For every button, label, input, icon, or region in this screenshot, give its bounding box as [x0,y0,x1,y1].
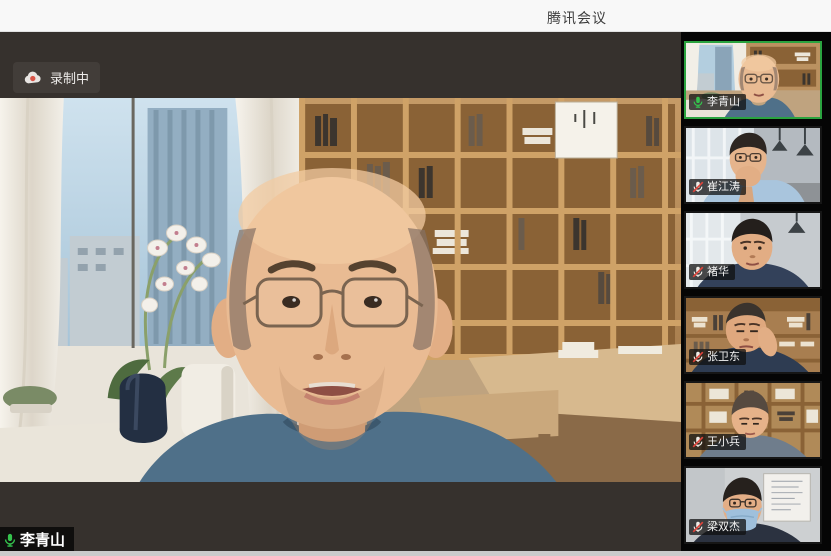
participant-tile-cuijiangtao[interactable]: 崔江涛 [684,126,822,204]
participant-tile-liqingshan[interactable]: 李青山 [684,41,822,119]
participant-name-label: 王小兵 [689,434,746,450]
mic-on-icon [3,533,17,547]
window-bottom-edge [0,551,831,556]
mic-muted-icon [692,521,704,533]
speaker-video-frame [0,98,681,482]
mic-muted-icon [692,181,704,193]
mic-on-icon [692,96,704,108]
window-titlebar[interactable]: 腾讯会议 [0,0,831,32]
participant-name-text: 张卫东 [707,352,740,363]
speaker-name-text: 李青山 [20,529,65,550]
participant-name-label: 张卫东 [689,349,746,365]
participant-name-text: 崔江涛 [707,182,740,193]
participant-name-label: 梁双杰 [689,519,746,535]
participant-name-label: 李青山 [689,94,746,110]
participant-name-text: 王小兵 [707,437,740,448]
mic-muted-icon [692,266,704,278]
participant-name-label: 褚华 [689,264,735,280]
participant-name-text: 李青山 [707,97,740,108]
participants-sidebar[interactable]: 李青山 [681,32,831,556]
cloud-record-icon [24,71,42,84]
speaker-name-label: 李青山 [0,527,74,551]
recording-badge[interactable]: 录制中 [13,62,100,93]
recording-badge-label: 录制中 [50,68,89,87]
mic-muted-icon [692,351,704,363]
participant-name-text: 褚华 [707,267,729,278]
participant-tile-wangxiaobing[interactable]: 王小兵 [684,381,822,459]
window-title: 腾讯会议 [547,8,607,28]
participant-tile-zhangweidong[interactable]: 张卫东 [684,296,822,374]
main-video-area: 录制中 李青山 [0,32,681,551]
participant-name-label: 崔江涛 [689,179,746,195]
meeting-app-window: 腾讯会议 [0,0,831,556]
mic-muted-icon [692,436,704,448]
participant-tile-chuhua[interactable]: 褚华 [684,211,822,289]
participant-name-text: 梁双杰 [707,522,740,533]
speaker-video[interactable] [0,98,681,482]
participant-tile-liangshuangjie[interactable]: 梁双杰 [684,466,822,544]
